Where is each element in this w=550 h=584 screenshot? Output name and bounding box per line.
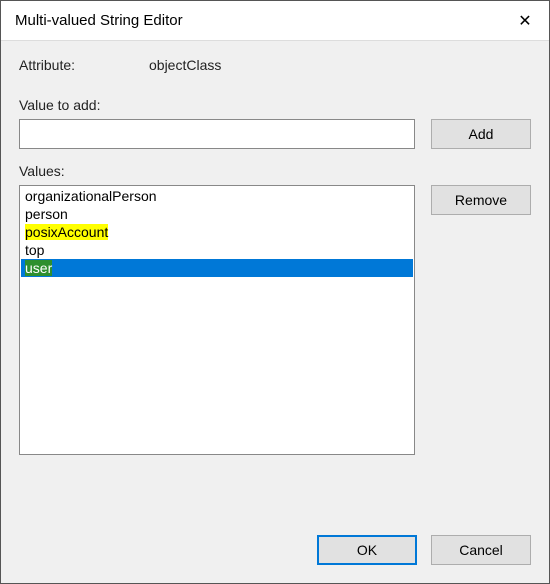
add-button[interactable]: Add	[431, 119, 531, 149]
value-to-add-label: Value to add:	[19, 97, 531, 113]
attribute-value: objectClass	[149, 57, 221, 73]
remove-button[interactable]: Remove	[431, 185, 531, 215]
dialog-footer: OK Cancel	[1, 521, 549, 583]
close-icon[interactable]: ✕	[501, 1, 549, 41]
values-label: Values:	[19, 163, 531, 179]
titlebar: Multi-valued String Editor ✕	[1, 1, 549, 41]
list-item[interactable]: person	[21, 205, 413, 223]
list-item[interactable]: organizationalPerson	[21, 187, 413, 205]
value-to-add-row: Add	[19, 119, 531, 149]
attribute-label: Attribute:	[19, 57, 149, 73]
attribute-row: Attribute: objectClass	[19, 57, 531, 73]
cancel-button[interactable]: Cancel	[431, 535, 531, 565]
dialog-window: Multi-valued String Editor ✕ Attribute: …	[0, 0, 550, 584]
value-to-add-input[interactable]	[19, 119, 415, 149]
dialog-content: Attribute: objectClass Value to add: Add…	[1, 41, 549, 521]
values-row: organizationalPerson person posixAccount…	[19, 185, 531, 455]
ok-button[interactable]: OK	[317, 535, 417, 565]
list-item[interactable]: top	[21, 241, 413, 259]
window-title: Multi-valued String Editor	[15, 12, 501, 29]
list-item[interactable]: user	[21, 259, 413, 277]
list-item[interactable]: posixAccount	[21, 223, 413, 241]
values-listbox[interactable]: organizationalPerson person posixAccount…	[19, 185, 415, 455]
